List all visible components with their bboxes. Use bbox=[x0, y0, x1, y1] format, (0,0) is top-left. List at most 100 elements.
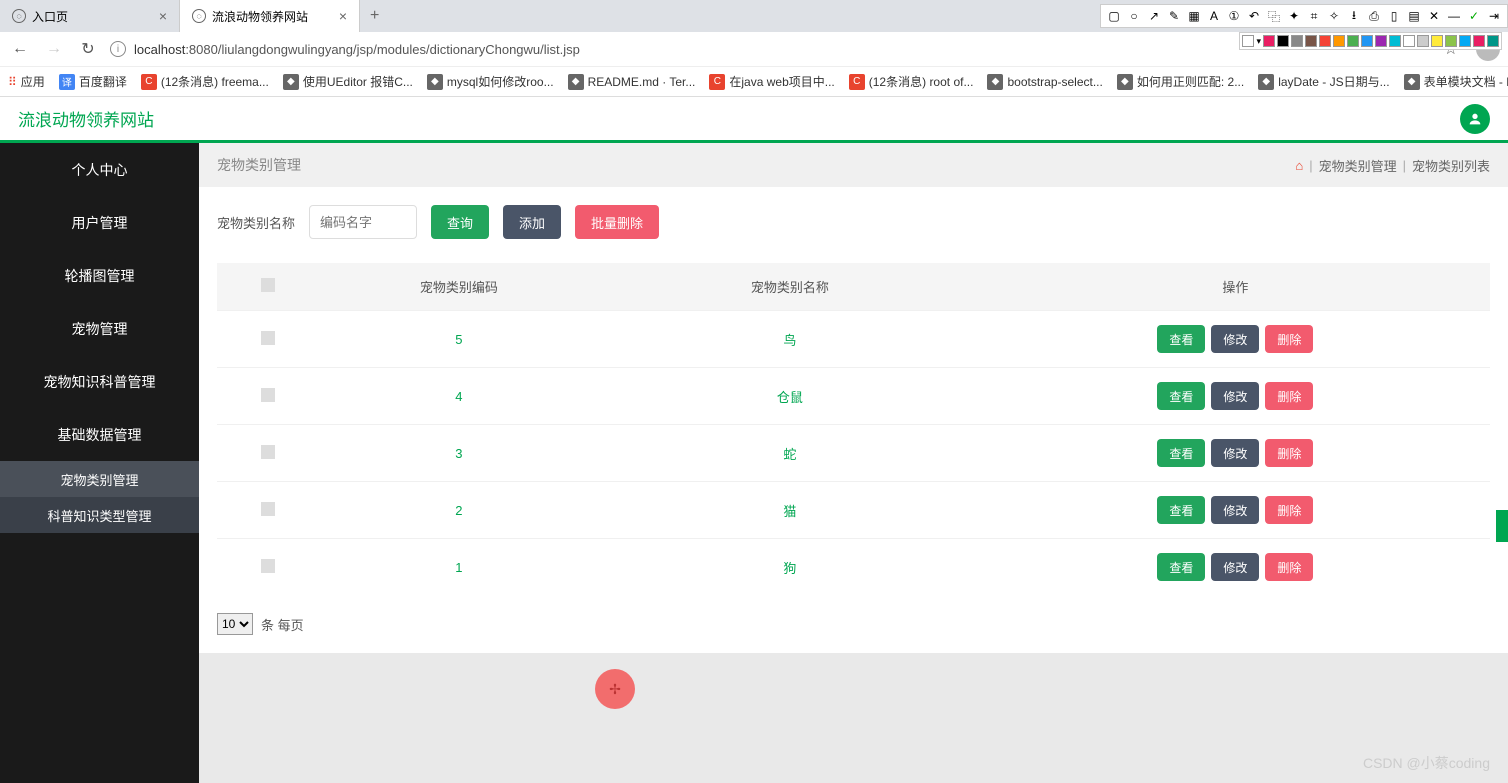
sidebar-sub-knowledge-type[interactable]: 科普知识类型管理 bbox=[0, 497, 199, 533]
color-swatch[interactable] bbox=[1459, 35, 1471, 47]
tool-mosaic-icon[interactable]: ▦ bbox=[1185, 7, 1203, 25]
user-avatar[interactable] bbox=[1460, 104, 1490, 134]
view-button[interactable]: 查看 bbox=[1157, 325, 1205, 353]
cell-code[interactable]: 3 bbox=[319, 425, 599, 482]
page-size-select[interactable]: 10 bbox=[217, 613, 253, 635]
bookmark-item[interactable]: ◆表单模块文档 - Lay... bbox=[1404, 73, 1508, 90]
cell-code[interactable]: 4 bbox=[319, 368, 599, 425]
color-swatch[interactable] bbox=[1417, 35, 1429, 47]
bookmark-item[interactable]: ◆layDate - JS日期与... bbox=[1258, 73, 1389, 90]
cell-name[interactable]: 蛇 bbox=[599, 425, 981, 482]
batch-delete-button[interactable]: 批量删除 bbox=[575, 205, 659, 239]
forward-button[interactable]: → bbox=[42, 37, 66, 61]
cell-name[interactable]: 狗 bbox=[599, 539, 981, 596]
color-swatch[interactable] bbox=[1361, 35, 1373, 47]
color-swatch[interactable] bbox=[1389, 35, 1401, 47]
tool-circle-icon[interactable]: ○ bbox=[1125, 7, 1143, 25]
bookmark-item[interactable]: ◆mysql如何修改roo... bbox=[427, 73, 554, 90]
edit-button[interactable]: 修改 bbox=[1211, 496, 1259, 524]
color-swatch[interactable] bbox=[1305, 35, 1317, 47]
row-checkbox[interactable] bbox=[261, 388, 275, 402]
color-swatch[interactable] bbox=[1487, 35, 1499, 47]
bookmark-item[interactable]: ◆使用UEditor 报错C... bbox=[283, 73, 413, 90]
sidebar-item-users[interactable]: 用户管理 bbox=[0, 196, 199, 249]
delete-button[interactable]: 删除 bbox=[1265, 382, 1313, 410]
edit-button[interactable]: 修改 bbox=[1211, 439, 1259, 467]
delete-button[interactable]: 删除 bbox=[1265, 496, 1313, 524]
color-swatch[interactable] bbox=[1375, 35, 1387, 47]
bookmark-item[interactable]: 译百度翻译 bbox=[59, 73, 127, 90]
sidebar-item-profile[interactable]: 个人中心 bbox=[0, 143, 199, 196]
edit-button[interactable]: 修改 bbox=[1211, 325, 1259, 353]
tool-rect-icon[interactable]: ▢ bbox=[1105, 7, 1123, 25]
tool-close-icon[interactable]: ✕ bbox=[1425, 7, 1443, 25]
cell-code[interactable]: 5 bbox=[319, 311, 599, 368]
tool-check-icon[interactable]: ✓ bbox=[1465, 7, 1483, 25]
cell-name[interactable]: 鸟 bbox=[599, 311, 981, 368]
bookmark-item[interactable]: ◆如何用正则匹配: 2... bbox=[1117, 73, 1244, 90]
tool-download-icon[interactable]: ⭳ bbox=[1345, 7, 1363, 25]
delete-button[interactable]: 删除 bbox=[1265, 439, 1313, 467]
view-button[interactable]: 查看 bbox=[1157, 439, 1205, 467]
sidebar-sub-pet-category[interactable]: 宠物类别管理 bbox=[0, 461, 199, 497]
new-tab-button[interactable]: + bbox=[360, 7, 389, 25]
row-checkbox[interactable] bbox=[261, 502, 275, 516]
row-checkbox[interactable] bbox=[261, 559, 275, 573]
select-all-checkbox[interactable] bbox=[261, 278, 275, 292]
home-icon[interactable]: ⌂ bbox=[1295, 158, 1303, 173]
side-tab[interactable] bbox=[1496, 510, 1508, 542]
add-button[interactable]: 添加 bbox=[503, 205, 561, 239]
tool-phone-icon[interactable]: ▯ bbox=[1385, 7, 1403, 25]
delete-button[interactable]: 删除 bbox=[1265, 325, 1313, 353]
dropdown-icon[interactable]: ▾ bbox=[1256, 36, 1261, 47]
sidebar-item-carousel[interactable]: 轮播图管理 bbox=[0, 249, 199, 302]
color-swatch[interactable] bbox=[1277, 35, 1289, 47]
apps-button[interactable]: ⠿应用 bbox=[8, 73, 45, 90]
close-icon[interactable]: × bbox=[159, 8, 167, 24]
delete-button[interactable]: 删除 bbox=[1265, 553, 1313, 581]
tool-arrow-icon[interactable]: ↗ bbox=[1145, 7, 1163, 25]
color-swatch[interactable] bbox=[1445, 35, 1457, 47]
view-button[interactable]: 查看 bbox=[1157, 496, 1205, 524]
tool-book-icon[interactable]: ▤ bbox=[1405, 7, 1423, 25]
bookmark-item[interactable]: ◆README.md · Ter... bbox=[568, 74, 696, 90]
address-bar[interactable]: i localhost:8080/liulangdongwulingyang/j… bbox=[110, 41, 1434, 57]
cell-code[interactable]: 2 bbox=[319, 482, 599, 539]
tool-exit-icon[interactable]: ⇥ bbox=[1485, 7, 1503, 25]
color-swatch[interactable] bbox=[1403, 35, 1415, 47]
bookmark-item[interactable]: C(12条消息) freema... bbox=[141, 73, 269, 90]
breadcrumb-link[interactable]: 宠物类别管理 bbox=[1319, 156, 1397, 175]
tool-save-icon[interactable]: ⎙ bbox=[1365, 7, 1383, 25]
sidebar-item-basedata[interactable]: 基础数据管理 bbox=[0, 408, 199, 461]
back-button[interactable]: ← bbox=[8, 37, 32, 61]
color-swatch[interactable] bbox=[1347, 35, 1359, 47]
tool-copy-icon[interactable]: ⿻ bbox=[1265, 7, 1283, 25]
query-button[interactable]: 查询 bbox=[431, 205, 489, 239]
cell-code[interactable]: 1 bbox=[319, 539, 599, 596]
color-swatch[interactable] bbox=[1333, 35, 1345, 47]
tool-pen-icon[interactable]: ✎ bbox=[1165, 7, 1183, 25]
color-swatch[interactable] bbox=[1431, 35, 1443, 47]
tool-scan-icon[interactable]: ⌗ bbox=[1305, 7, 1323, 25]
browser-tab-1[interactable]: ◌ 流浪动物领养网站 × bbox=[180, 0, 360, 32]
tool-num-icon[interactable]: ① bbox=[1225, 7, 1243, 25]
tool-undo-icon[interactable]: ↶ bbox=[1245, 7, 1263, 25]
browser-tab-0[interactable]: ◌ 入口页 × bbox=[0, 0, 180, 32]
color-swatch[interactable] bbox=[1291, 35, 1303, 47]
tool-text-icon[interactable]: A bbox=[1205, 7, 1223, 25]
color-swatch[interactable] bbox=[1473, 35, 1485, 47]
tool-minus-icon[interactable]: — bbox=[1445, 7, 1463, 25]
color-swatch[interactable] bbox=[1319, 35, 1331, 47]
tool-pin-icon[interactable]: ✦ bbox=[1285, 7, 1303, 25]
color-swatch[interactable] bbox=[1263, 35, 1275, 47]
sidebar-item-knowledge[interactable]: 宠物知识科普管理 bbox=[0, 355, 199, 408]
edit-button[interactable]: 修改 bbox=[1211, 382, 1259, 410]
search-input[interactable] bbox=[309, 205, 417, 239]
edit-button[interactable]: 修改 bbox=[1211, 553, 1259, 581]
row-checkbox[interactable] bbox=[261, 331, 275, 345]
row-checkbox[interactable] bbox=[261, 445, 275, 459]
cell-name[interactable]: 仓鼠 bbox=[599, 368, 981, 425]
bookmark-item[interactable]: C在java web项目中... bbox=[709, 73, 834, 90]
sidebar-item-pets[interactable]: 宠物管理 bbox=[0, 302, 199, 355]
bookmark-item[interactable]: ◆bootstrap-select... bbox=[987, 74, 1102, 90]
